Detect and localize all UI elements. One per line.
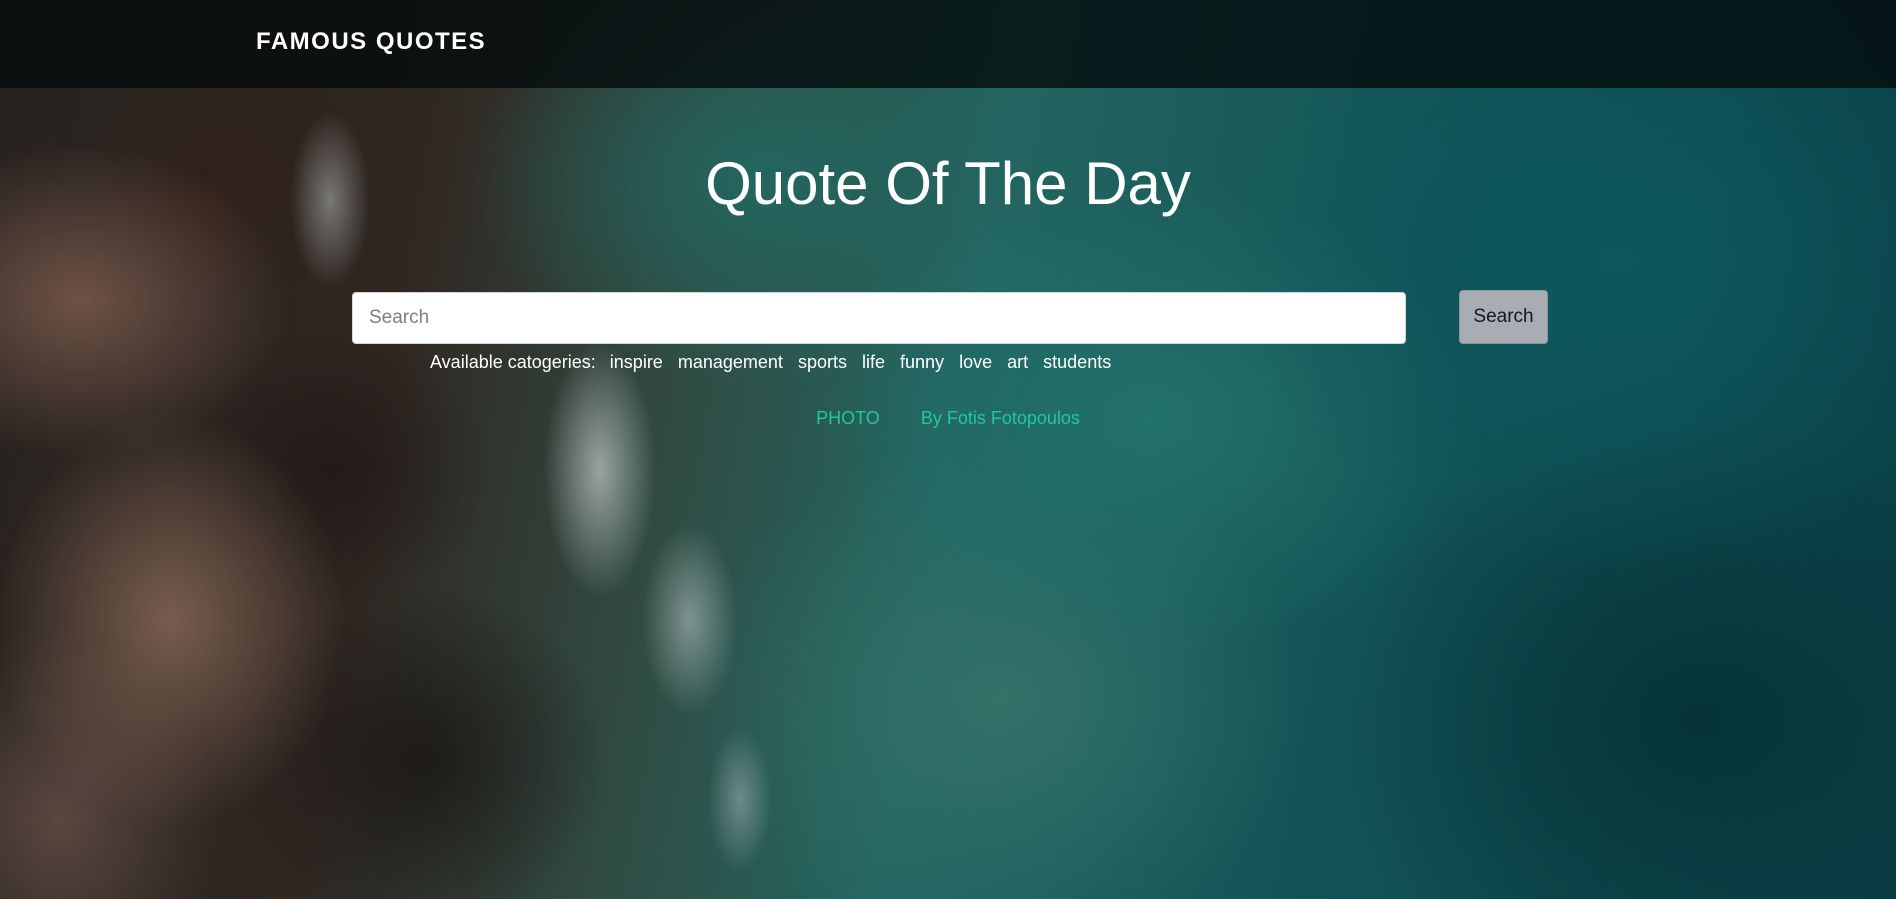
category-link-management[interactable]: management [678, 352, 783, 372]
category-link-love[interactable]: love [959, 352, 992, 372]
categories-label: Available catogeries: [430, 352, 596, 372]
main-content: Quote Of The Day Search Available catoge… [0, 0, 1896, 899]
category-link-inspire[interactable]: inspire [610, 352, 663, 372]
category-link-students[interactable]: students [1043, 352, 1111, 372]
search-button[interactable]: Search [1459, 290, 1548, 344]
category-link-life[interactable]: life [862, 352, 885, 372]
photo-link[interactable]: PHOTO [816, 408, 880, 428]
page-title: Quote Of The Day [705, 150, 1191, 217]
photo-credits: PHOTO By Fotis Fotopoulos [0, 405, 1896, 431]
categories-list: Available catogeries: inspire management… [430, 349, 1121, 375]
photo-author-link[interactable]: By Fotis Fotopoulos [921, 408, 1080, 428]
search-input[interactable] [352, 292, 1406, 344]
category-link-funny[interactable]: funny [900, 352, 944, 372]
category-link-sports[interactable]: sports [798, 352, 847, 372]
category-link-art[interactable]: art [1007, 352, 1028, 372]
